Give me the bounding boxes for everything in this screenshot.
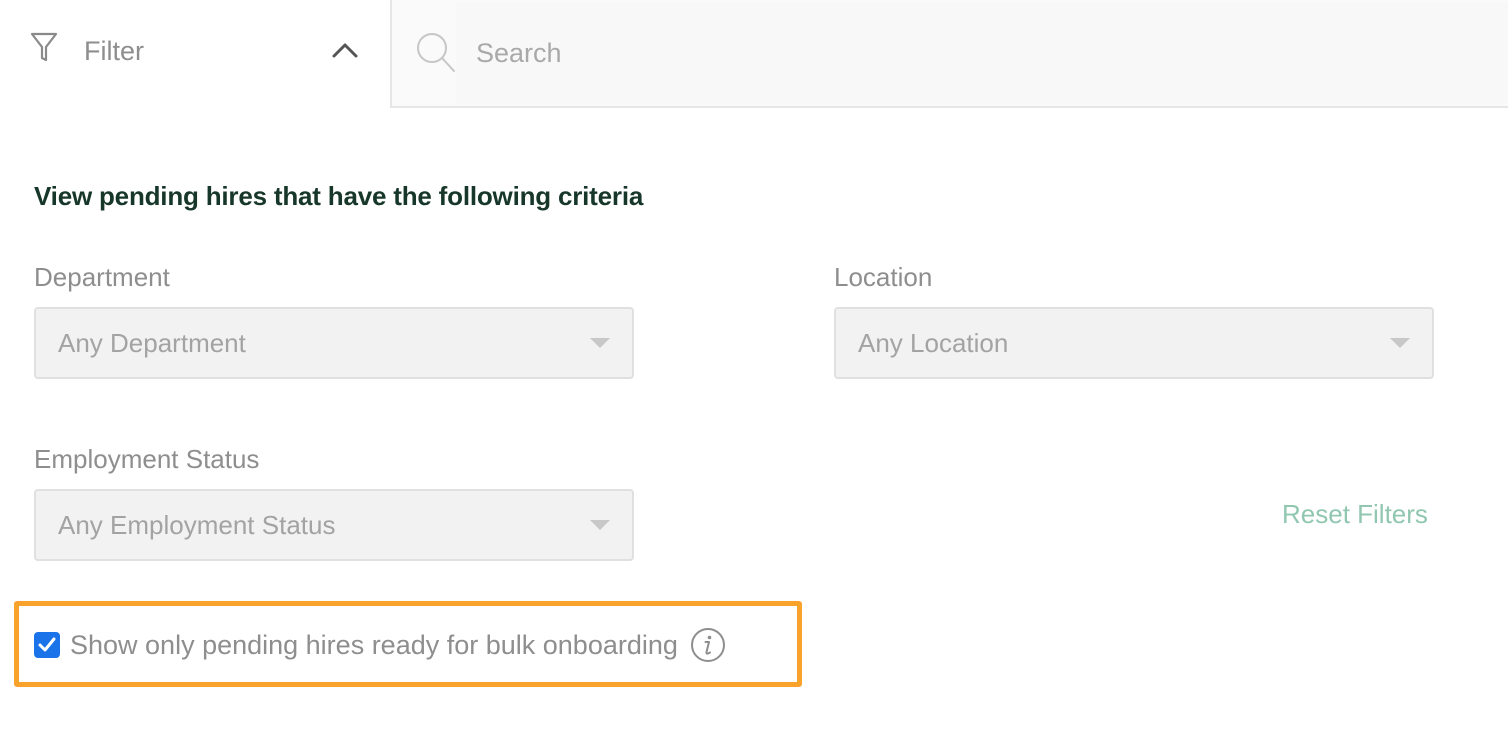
- department-label: Department: [34, 262, 170, 292]
- caret-down-icon: [590, 338, 610, 348]
- location-label: Location: [834, 262, 933, 292]
- funnel-icon: [30, 32, 58, 62]
- employment-status-select[interactable]: Any Employment Status: [34, 489, 634, 561]
- bulk-onboarding-checkbox[interactable]: [34, 632, 60, 658]
- checkmark-icon: [38, 637, 56, 652]
- caret-down-icon: [1390, 338, 1410, 348]
- employment-status-select-value: Any Employment Status: [58, 510, 336, 540]
- filter-label: Filter: [84, 36, 144, 66]
- criteria-heading: View pending hires that have the followi…: [34, 181, 644, 211]
- filter-search-bar: Filter: [0, 0, 1508, 108]
- bulk-onboarding-option: Show only pending hires ready for bulk o…: [34, 628, 726, 662]
- department-select[interactable]: Any Department: [34, 307, 634, 379]
- department-select-value: Any Department: [58, 328, 246, 358]
- info-icon[interactable]: [690, 627, 726, 663]
- location-select[interactable]: Any Location: [834, 307, 1434, 379]
- bulk-onboarding-label[interactable]: Show only pending hires ready for bulk o…: [70, 630, 678, 661]
- location-select-value: Any Location: [858, 328, 1009, 358]
- search-panel: [390, 0, 1508, 108]
- search-input[interactable]: [456, 2, 1508, 104]
- search-icon: [414, 30, 458, 74]
- reset-filters-link[interactable]: Reset Filters: [1282, 499, 1428, 530]
- chevron-up-icon[interactable]: [330, 40, 360, 60]
- filter-toggle[interactable]: Filter: [0, 0, 390, 108]
- employment-status-label: Employment Status: [34, 444, 260, 474]
- caret-down-icon: [590, 520, 610, 530]
